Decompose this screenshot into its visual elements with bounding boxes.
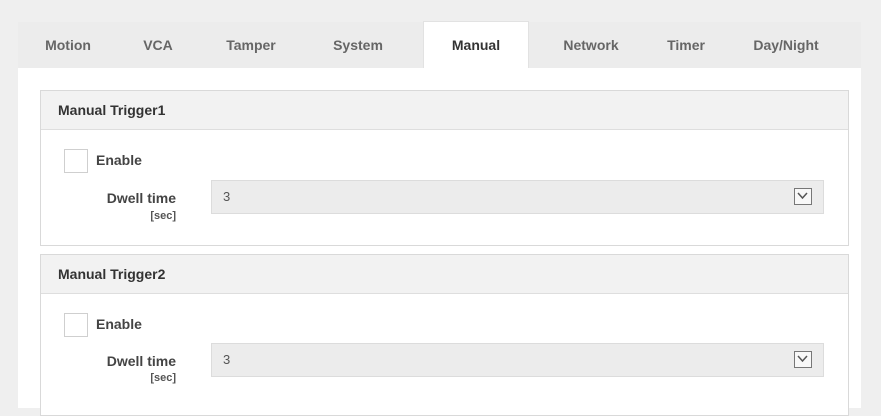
dwell-time-select[interactable]: 3 bbox=[211, 343, 824, 377]
tab-manual[interactable]: Manual bbox=[423, 21, 529, 68]
dwell-time-value: 3 bbox=[223, 352, 231, 367]
dwell-time-value: 3 bbox=[223, 189, 231, 204]
tab-day-night[interactable]: Day/Night bbox=[731, 22, 841, 68]
manual-trigger-panel-1: Manual Trigger1 Enable Dwell time [sec] … bbox=[40, 90, 849, 246]
manual-trigger-panel-2: Manual Trigger2 Enable Dwell time [sec] … bbox=[40, 254, 849, 416]
chevron-down-icon[interactable] bbox=[794, 188, 812, 205]
panel-title: Manual Trigger1 bbox=[41, 91, 848, 130]
enable-checkbox[interactable] bbox=[64, 149, 88, 173]
tab-network[interactable]: Network bbox=[542, 22, 640, 68]
dwell-time-label: Dwell time bbox=[106, 190, 176, 206]
tab-vca[interactable]: VCA bbox=[118, 22, 198, 68]
tab-system[interactable]: System bbox=[303, 22, 413, 68]
tab-bar: Motion VCA Tamper System Manual Network … bbox=[18, 21, 861, 68]
tab-motion[interactable]: Motion bbox=[18, 22, 118, 68]
tab-timer[interactable]: Timer bbox=[646, 22, 726, 68]
dwell-time-unit: [sec] bbox=[150, 210, 176, 222]
dwell-time-label: Dwell time bbox=[106, 353, 176, 369]
chevron-down-icon[interactable] bbox=[794, 351, 812, 368]
manual-tab-content: Manual Trigger1 Enable Dwell time [sec] … bbox=[18, 68, 861, 416]
panel-title: Manual Trigger2 bbox=[41, 255, 848, 294]
tab-tamper[interactable]: Tamper bbox=[201, 22, 301, 68]
enable-checkbox[interactable] bbox=[64, 313, 88, 337]
enable-label: Enable bbox=[96, 152, 142, 168]
dwell-time-select[interactable]: 3 bbox=[211, 180, 824, 214]
enable-label: Enable bbox=[96, 316, 142, 332]
dwell-time-unit: [sec] bbox=[150, 372, 176, 384]
